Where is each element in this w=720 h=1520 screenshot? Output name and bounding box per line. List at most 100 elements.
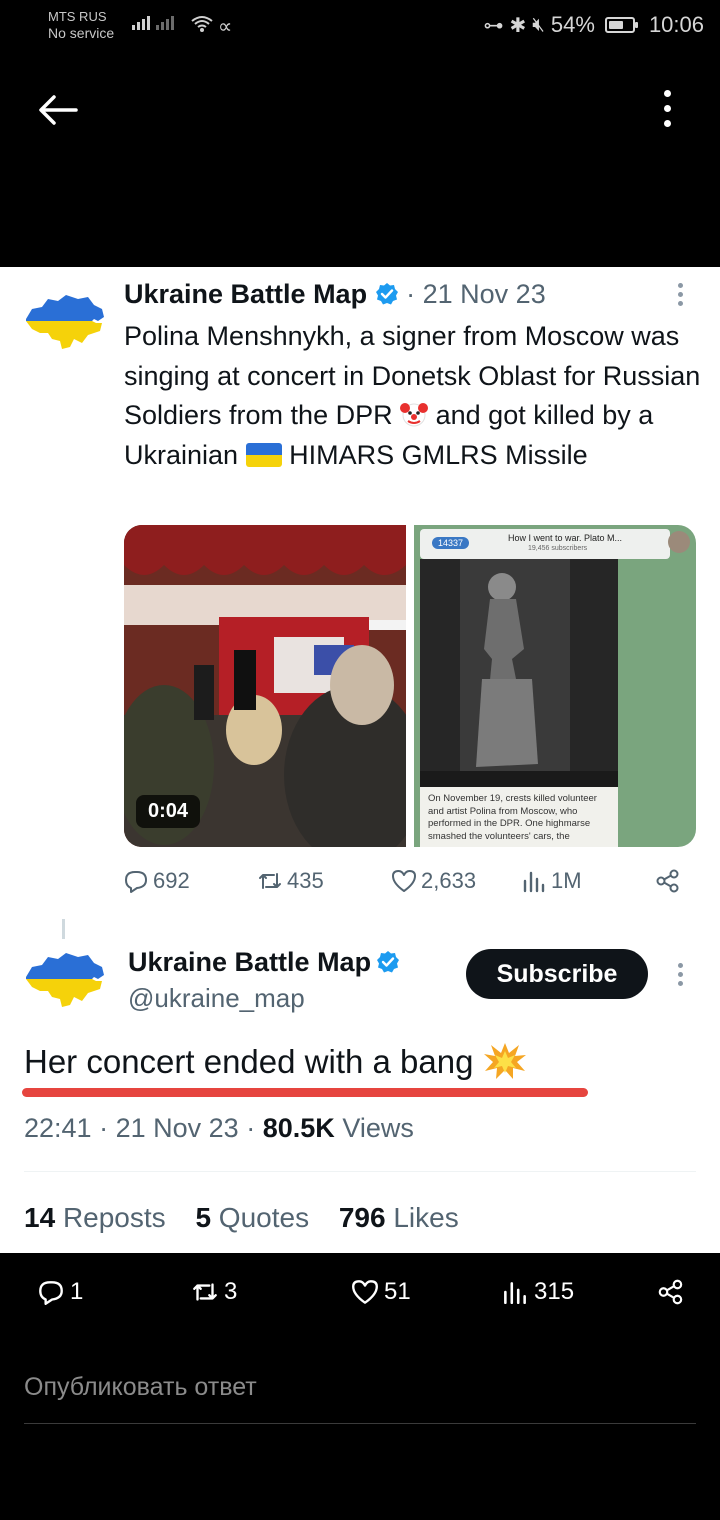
bottom-views-count: 315	[534, 1278, 575, 1305]
telegram-header: 14337 How I went to war. Plato M... 19,4…	[420, 529, 670, 559]
quotes-label: Quotes	[218, 1202, 310, 1233]
more-options-icon[interactable]	[660, 90, 674, 134]
quotes-count: 5	[195, 1202, 212, 1233]
engagement-counts: 14 Reposts 5 Quotes 796 Likes	[24, 1202, 459, 1234]
bottom-share-action[interactable]	[656, 1277, 686, 1307]
like-action[interactable]: 2,633	[390, 867, 476, 895]
reply-icon	[125, 871, 147, 893]
quoted-tweet-actions: 692 435 2,633 1M	[122, 867, 692, 901]
tweet-date-main: 21 Nov 23	[115, 1113, 239, 1143]
views-count: 1M	[551, 868, 582, 893]
quoted-more-icon[interactable]	[676, 283, 684, 309]
ukraine-map-avatar[interactable]	[22, 293, 106, 353]
quoted-tweet-text: Polina Menshnykh, a signer from Moscow w…	[124, 317, 704, 475]
mute-icon: 🔇︎	[532, 13, 545, 36]
heart-icon	[392, 870, 416, 892]
verified-badge-icon	[376, 951, 399, 973]
reply-action[interactable]: 692	[122, 867, 190, 895]
reply-input[interactable]: Опубликовать ответ	[24, 1373, 257, 1402]
heart-icon	[352, 1280, 378, 1304]
main-author-row: Ukraine Battle Map	[128, 947, 400, 978]
separator-dot: ·	[406, 279, 416, 309]
main-tweet-body: Her concert ended with a bang	[24, 1043, 474, 1080]
collision-emoji-icon	[483, 1043, 526, 1079]
service-status: No service	[48, 25, 115, 41]
battery-percent: 54%	[550, 12, 595, 37]
carrier-name: MTS RUS	[48, 9, 107, 24]
app-bar	[0, 56, 720, 267]
telegram-back-count: 14337	[432, 537, 470, 549]
repost-icon	[259, 873, 281, 889]
meta-dot-2: ·	[246, 1113, 256, 1143]
ukraine-flag-icon	[245, 442, 282, 467]
telegram-screenshot-image[interactable]: 14337 How I went to war. Plato M... 19,4…	[414, 525, 696, 847]
tweet-date: 21 Nov 23	[422, 279, 546, 309]
battery-icon	[604, 17, 638, 33]
hotspot-icon: ∝	[218, 16, 233, 38]
main-tweet-text: Her concert ended with a bang	[24, 1041, 527, 1081]
quoted-tweet-header: Ukraine Battle Map · 21 Nov 23	[124, 279, 546, 310]
telegram-channel-avatar	[668, 531, 690, 553]
media-grid: 0:04 14337 How I went to war. Plato M...…	[124, 525, 696, 847]
red-underline-annotation	[22, 1088, 588, 1097]
subscribe-button[interactable]: Subscribe	[466, 949, 648, 999]
repost-count: 435	[287, 868, 324, 893]
signal-icon	[132, 16, 174, 30]
ukraine-map-avatar-main[interactable]	[22, 951, 106, 1011]
share-icon	[656, 869, 679, 893]
reply-icon	[39, 1281, 63, 1305]
clock: 10:06	[648, 12, 704, 37]
key-icon: ⊶	[483, 14, 504, 37]
bottom-reply-count: 1	[70, 1278, 84, 1305]
repost-action[interactable]: 435	[256, 867, 324, 895]
views-icon	[504, 1282, 526, 1304]
bottom-reply-action[interactable]: 1	[36, 1277, 83, 1307]
views-label: Views	[342, 1113, 414, 1143]
clown-emoji-icon	[400, 403, 429, 427]
bottom-action-bar: 1 3 51 315 Опубликовать ответ	[0, 1253, 720, 1520]
reposts-label: Reposts	[62, 1202, 166, 1233]
bottom-like-count: 51	[384, 1278, 411, 1305]
bottom-repost-action[interactable]: 3	[190, 1277, 237, 1307]
reply-input-underline	[24, 1423, 696, 1424]
likes-count: 796	[338, 1202, 386, 1233]
author-name[interactable]: Ukraine Battle Map	[124, 279, 367, 309]
like-count: 2,633	[421, 868, 477, 893]
carrier-info: MTS RUS No service	[48, 9, 114, 41]
telegram-subtitle: 19,456 subscribers	[528, 545, 588, 552]
status-bar: MTS RUS No service ∝ ⊶ ✱ 🔇︎ 54% 10:06	[0, 0, 720, 56]
bluetooth-icon: ✱	[509, 14, 527, 37]
reposts-stat[interactable]: 14 Reposts	[24, 1202, 166, 1233]
bottom-views-action[interactable]: 315	[500, 1277, 574, 1307]
views-icon	[523, 871, 545, 893]
views-count-main: 80.5K	[262, 1113, 335, 1143]
reply-count: 692	[153, 868, 190, 893]
tweet-time: 22:41	[24, 1113, 92, 1143]
tweet-card: Ukraine Battle Map · 21 Nov 23 Polina Me…	[0, 267, 720, 1253]
concert-video-thumbnail[interactable]: 0:04	[124, 525, 406, 847]
tweet-meta: 22:41 · 21 Nov 23 · 80.5K Views	[24, 1113, 414, 1144]
reposts-count: 14	[24, 1202, 56, 1233]
likes-label: Likes	[393, 1202, 459, 1233]
main-author-handle[interactable]: @ukraine_map	[128, 983, 305, 1014]
video-duration: 0:04	[136, 795, 201, 828]
main-more-icon[interactable]	[676, 963, 684, 989]
back-arrow-icon[interactable]	[36, 92, 78, 128]
telegram-title: How I went to war. Plato M...	[508, 533, 623, 543]
quotes-stat[interactable]: 5 Quotes	[195, 1202, 309, 1233]
bottom-like-action[interactable]: 51	[350, 1277, 411, 1307]
bottom-repost-count: 3	[224, 1278, 238, 1305]
singer-photo	[420, 559, 618, 787]
share-action[interactable]	[654, 867, 682, 895]
telegram-caption: On November 19, crests killed volunteer …	[420, 787, 618, 847]
meta-dot-1: ·	[99, 1113, 109, 1143]
text-part-3: HIMARS GMLRS Missile	[289, 439, 588, 470]
thread-connector	[62, 919, 65, 939]
repost-icon	[193, 1283, 217, 1301]
divider	[24, 1171, 696, 1172]
views-action[interactable]: 1M	[520, 867, 582, 895]
wifi-icon	[191, 16, 213, 32]
main-author-name[interactable]: Ukraine Battle Map	[128, 947, 371, 977]
likes-stat[interactable]: 796 Likes	[339, 1202, 459, 1233]
verified-badge-icon	[375, 283, 398, 305]
